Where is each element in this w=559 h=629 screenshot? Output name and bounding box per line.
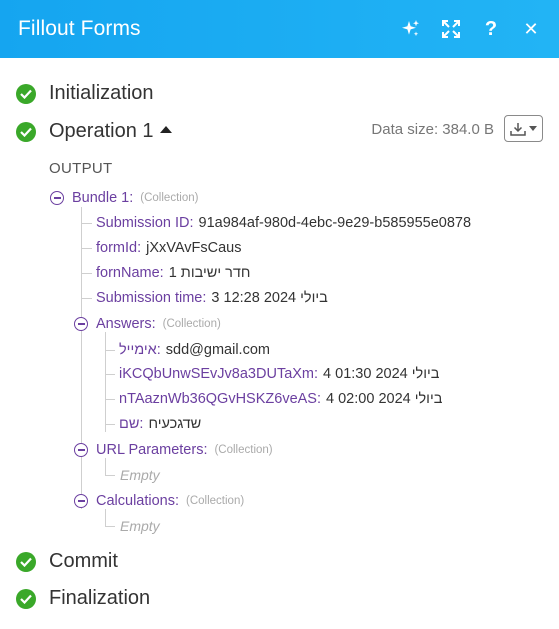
step-operation[interactable]: Operation 1 [16, 120, 172, 143]
field-key: Submission ID: [96, 215, 194, 231]
help-icon[interactable]: ? [481, 18, 501, 40]
tree-item-submission-id: Submission ID: 91a984af-980d-4ebc-9e29-b… [96, 215, 471, 231]
tree-line [105, 374, 115, 375]
collapse-icon[interactable] [50, 191, 64, 205]
check-circle-icon [16, 588, 36, 609]
empty-placeholder: Empty [120, 467, 160, 483]
tree-item-email: אימייל: sdd@gmail.com [119, 342, 270, 358]
collection-type: (Collection) [140, 192, 199, 204]
step-finalization[interactable]: Finalization [16, 587, 150, 610]
field-key: iKCQbUnwSEvJv8a3DUTaXm: [119, 366, 319, 382]
field-value: שדגכעיח [148, 416, 202, 432]
data-size: Data size: 384.0 B [371, 121, 494, 138]
header-icons: ? ✕ [401, 0, 541, 58]
tree-item-form-name: fornName: חדר ישיבות 1 [96, 265, 250, 281]
tree-line [81, 298, 92, 299]
field-value: jXxVAvFsCaus [146, 240, 242, 256]
field-value: sdd@gmail.com [165, 342, 270, 358]
calculations-node[interactable]: Calculations: (Collection) [74, 493, 244, 509]
step-label: Finalization [49, 587, 151, 609]
collection-type: (Collection) [162, 318, 221, 330]
collection-type: (Collection) [214, 444, 273, 456]
url-parameters-key: URL Parameters: [96, 442, 208, 458]
check-circle-icon [16, 551, 36, 572]
empty-text: Empty [120, 518, 160, 534]
download-icon [510, 122, 526, 136]
tree-line [105, 350, 115, 351]
tree-line [105, 526, 115, 527]
field-value: 4 ביולי 2024 02:00 [326, 391, 443, 407]
check-circle-icon [16, 121, 36, 142]
field-value: חדר ישיבות 1 [168, 265, 251, 281]
download-button[interactable] [504, 115, 543, 142]
tree-item-form-id: formId: jXxVAvFsCaus [96, 240, 241, 256]
tree-line [81, 248, 92, 249]
step-commit[interactable]: Commit [16, 550, 118, 573]
tree-line [105, 509, 106, 527]
field-value: 4 ביולי 2024 01:30 [323, 366, 440, 382]
field-key: nTAaznWb36QGvHSKZ6veAS: [119, 391, 322, 407]
execution-panel: Initialization Operation 1 Data size: 38… [0, 58, 559, 629]
step-initialization[interactable]: Initialization [16, 82, 154, 105]
tree-line [105, 475, 115, 476]
header-bar: Fillout Forms ? ✕ [0, 0, 559, 58]
sparkle-icon[interactable] [401, 19, 421, 39]
answers-node[interactable]: Answers: (Collection) [74, 316, 221, 332]
tree-line [81, 207, 82, 509]
tree-item-name: שם: שדגכעיח [119, 416, 201, 432]
tree-line [105, 332, 106, 432]
field-key: Submission time: [96, 290, 207, 306]
tree-line [105, 458, 106, 476]
field-key: fornName: [96, 265, 164, 281]
tree-line [81, 273, 92, 274]
bundle-node[interactable]: Bundle 1: (Collection) [50, 190, 198, 206]
collection-type: (Collection) [186, 495, 245, 507]
tree-line [105, 424, 115, 425]
field-value: 3 ביולי 2024 12:28 [211, 290, 328, 306]
empty-placeholder: Empty [120, 518, 160, 534]
check-circle-icon [16, 83, 36, 104]
step-label: Operation 1 [49, 120, 154, 142]
field-key: שם: [119, 416, 144, 432]
step-label: Commit [49, 550, 118, 572]
tree-item-answer-2: nTAaznWb36QGvHSKZ6veAS: 4 ביולי 2024 02:… [119, 391, 442, 407]
empty-text: Empty [120, 467, 160, 483]
tree-line [81, 223, 92, 224]
chevron-down-icon [529, 126, 537, 131]
field-key: formId: [96, 240, 142, 256]
app-title: Fillout Forms [18, 17, 141, 40]
step-label: Initialization [49, 82, 154, 104]
output-label: OUTPUT [49, 160, 113, 177]
tree-item-answer-1: iKCQbUnwSEvJv8a3DUTaXm: 4 ביולי 2024 01:… [119, 366, 439, 382]
bundle-key: Bundle 1: [72, 190, 134, 206]
caret-up-icon[interactable] [159, 126, 172, 133]
collapse-icon[interactable] [74, 443, 88, 457]
field-key: אימייל: [119, 342, 161, 358]
url-parameters-node[interactable]: URL Parameters: (Collection) [74, 442, 273, 458]
calculations-key: Calculations: [96, 493, 180, 509]
tree-line [105, 399, 115, 400]
collapse-icon[interactable] [74, 494, 88, 508]
collapse-icon[interactable] [74, 317, 88, 331]
close-icon[interactable]: ✕ [521, 19, 541, 39]
expand-icon[interactable] [441, 19, 461, 39]
tree-item-submission-time: Submission time: 3 ביולי 2024 12:28 [96, 290, 328, 306]
field-value: 91a984af-980d-4ebc-9e29-b585955e0878 [198, 215, 472, 231]
answers-key: Answers: [96, 316, 156, 332]
